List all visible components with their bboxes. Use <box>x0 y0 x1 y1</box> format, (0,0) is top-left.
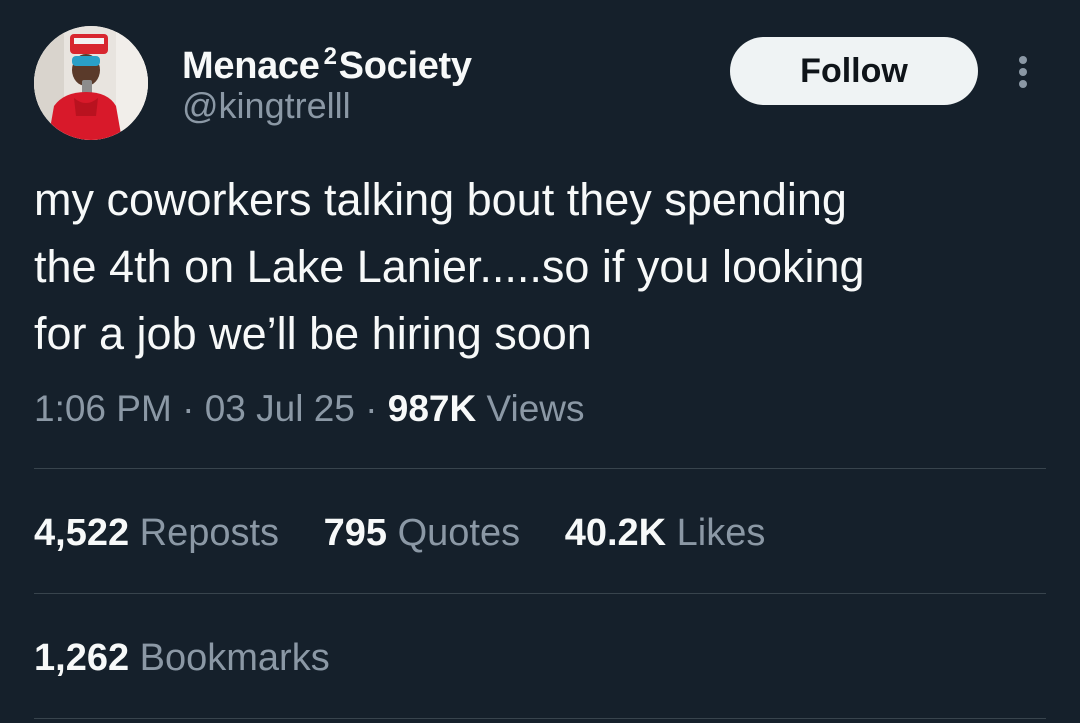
meta-separator: · <box>365 388 378 429</box>
meta-separator: · <box>182 388 195 429</box>
quotes-label: Quotes <box>397 512 521 554</box>
display-name-superscript: 2 <box>323 43 337 70</box>
divider <box>34 718 1046 719</box>
user-handle[interactable]: @kingtrelll <box>182 84 351 128</box>
likes-stat[interactable]: 40.2K Likes <box>565 507 766 559</box>
engagement-stats: 4,522 Reposts 795 Quotes 40.2K Likes <box>34 507 799 559</box>
divider <box>34 593 1046 594</box>
follow-button[interactable]: Follow <box>730 37 978 105</box>
tweet-date[interactable]: 03 Jul 25 <box>205 388 355 429</box>
more-vertical-icon[interactable] <box>1010 52 1036 92</box>
reposts-count: 4,522 <box>34 512 130 554</box>
views-label: Views <box>486 388 585 429</box>
reposts-label: Reposts <box>139 512 280 554</box>
avatar[interactable] <box>34 26 148 140</box>
display-name-part2: Society <box>338 45 472 87</box>
views-count: 987K <box>387 388 477 429</box>
tweet-detail: Menace 2Society @kingtrelll Follow my cow… <box>0 0 1080 723</box>
tweet-text-line: for a job we’ll be hiring soon <box>34 308 592 359</box>
bookmarks-count: 1,262 <box>34 637 130 679</box>
more-dot <box>1019 68 1027 76</box>
tweet-text: my coworkers talking bout they spending … <box>34 166 1044 367</box>
likes-count: 40.2K <box>564 512 667 554</box>
likes-label: Likes <box>676 512 766 554</box>
tweet-meta: 1:06 PM · 03 Jul 25 · 987K Views <box>34 384 585 434</box>
divider <box>34 468 1046 469</box>
more-dot <box>1019 80 1027 88</box>
reposts-stat[interactable]: 4,522 Reposts <box>34 507 279 559</box>
tweet-text-line: the 4th on Lake Lanier.....so if you loo… <box>34 241 865 292</box>
display-name-part1: Menace <box>182 45 320 87</box>
more-dot <box>1019 56 1027 64</box>
quotes-stat[interactable]: 795 Quotes <box>324 507 521 559</box>
tweet-text-line: my coworkers talking bout they spending <box>34 174 847 225</box>
avatar-photo <box>34 26 148 140</box>
bookmarks-stat[interactable]: 1,262 Bookmarks <box>34 632 364 684</box>
tweet-time[interactable]: 1:06 PM <box>34 388 172 429</box>
display-name[interactable]: Menace 2Society <box>182 34 472 89</box>
quotes-count: 795 <box>323 512 388 554</box>
bookmarks-label: Bookmarks <box>139 637 330 679</box>
